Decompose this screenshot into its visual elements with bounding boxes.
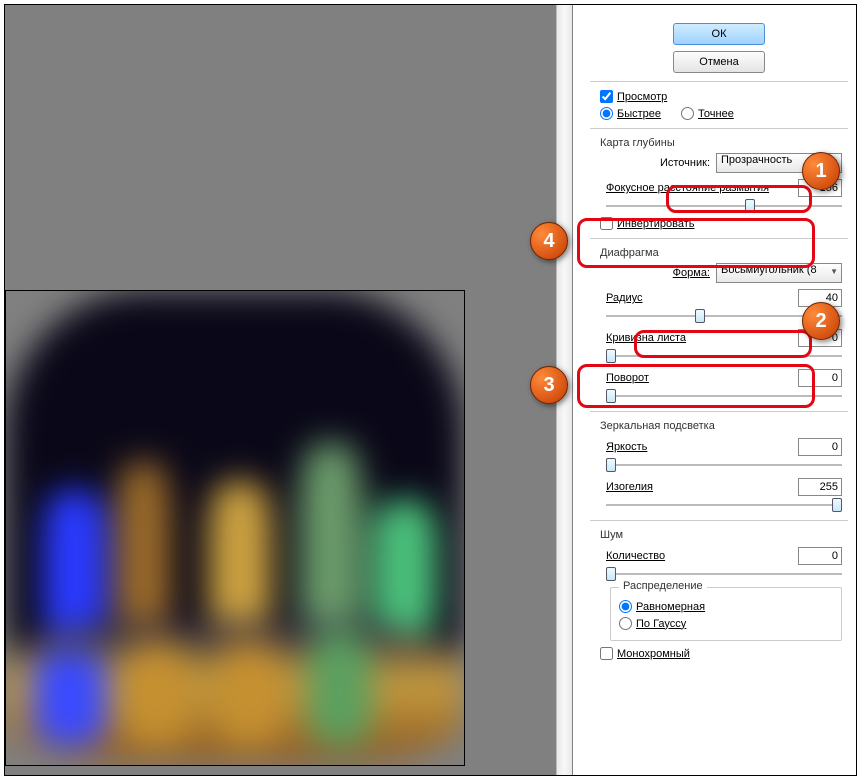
- badge-3: 3: [530, 366, 568, 404]
- preview-checkbox-label: Просмотр: [617, 91, 667, 103]
- ok-button[interactable]: ОК: [673, 23, 765, 45]
- curvature-slider[interactable]: [606, 349, 842, 363]
- gaussian-label: По Гауссу: [636, 618, 686, 630]
- gaussian-radio[interactable]: [619, 617, 632, 630]
- monochrome-label: Монохромный: [617, 648, 690, 660]
- preview-image: [5, 290, 465, 766]
- threshold-slider[interactable]: [606, 498, 842, 512]
- quality-finer-label: Точнее: [698, 108, 734, 120]
- preview-checkbox[interactable]: [600, 90, 613, 103]
- noise-title: Шум: [600, 529, 848, 541]
- threshold-label: Изогелия: [606, 481, 653, 493]
- distribution-title: Распределение: [619, 580, 707, 592]
- threshold-input[interactable]: [798, 478, 842, 496]
- iris-title: Диафрагма: [600, 247, 848, 259]
- distribution-group: Распределение Равномерная По Гауссу: [610, 587, 842, 641]
- rotation-label: Поворот: [606, 372, 649, 384]
- controls-panel: ОК Отмена Просмотр Быстрее Точнее Карта …: [590, 23, 848, 664]
- badge-4: 4: [530, 222, 568, 260]
- radius-label: Радиус: [606, 292, 643, 304]
- focal-distance-label: Фокусное расстояние размытия: [606, 182, 769, 194]
- rotation-slider[interactable]: [606, 389, 842, 403]
- preview-pane: [5, 5, 573, 775]
- amount-label: Количество: [606, 550, 665, 562]
- rotation-input[interactable]: [798, 369, 842, 387]
- quality-faster-label: Быстрее: [617, 108, 661, 120]
- amount-input[interactable]: [798, 547, 842, 565]
- quality-faster-radio[interactable]: [600, 107, 613, 120]
- badge-2: 2: [802, 302, 840, 340]
- brightness-input[interactable]: [798, 438, 842, 456]
- shape-select[interactable]: Восьмиугольник (8: [716, 263, 842, 283]
- focal-distance-slider[interactable]: [606, 199, 842, 213]
- badge-1: 1: [802, 152, 840, 190]
- cancel-button[interactable]: Отмена: [673, 51, 765, 73]
- quality-finer-radio[interactable]: [681, 107, 694, 120]
- monochrome-checkbox[interactable]: [600, 647, 613, 660]
- depth-map-title: Карта глубины: [600, 137, 848, 149]
- invert-label: Инвертировать: [617, 218, 694, 230]
- specular-title: Зеркальная подсветка: [600, 420, 848, 432]
- uniform-label: Равномерная: [636, 601, 705, 613]
- brightness-label: Яркость: [606, 441, 647, 453]
- uniform-radio[interactable]: [619, 600, 632, 613]
- shape-label: Форма:: [600, 267, 710, 279]
- amount-slider[interactable]: [606, 567, 842, 581]
- invert-checkbox[interactable]: [600, 217, 613, 230]
- brightness-slider[interactable]: [606, 458, 842, 472]
- curvature-label: Кривизна листа: [606, 332, 686, 344]
- source-label: Источник:: [600, 157, 710, 169]
